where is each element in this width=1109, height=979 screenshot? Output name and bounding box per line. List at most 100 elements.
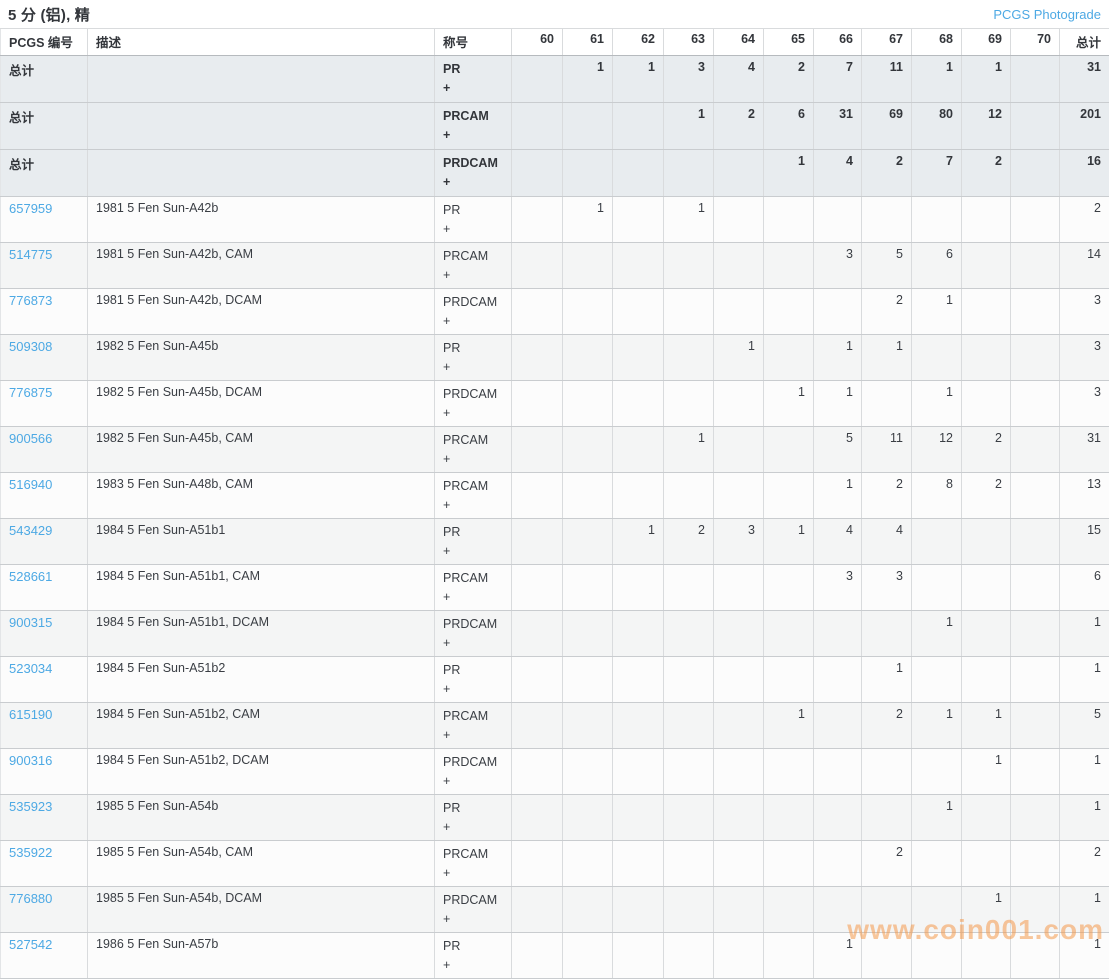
designation-plus: + [443,358,503,377]
designation-cell: PRDCAM+ [435,150,512,197]
description-cell: 1981 5 Fen Sun-A42b, CAM [88,243,435,289]
grade-61-cell [563,473,613,519]
row-total-cell: 2 [1060,841,1109,887]
grade-63-cell [664,381,714,427]
grade-61-cell [563,381,613,427]
pcgs-number-link[interactable]: 900566 [9,431,52,446]
pcgs-number-link[interactable]: 509308 [9,339,52,354]
grade-67-cell: 3 [862,565,912,611]
grade-60-cell [512,473,563,519]
column-header-60: 60 [512,29,563,56]
pcgs-number-link[interactable]: 615190 [9,707,52,722]
grade-63-cell: 1 [664,103,714,150]
pcgs-number-link[interactable]: 543429 [9,523,52,538]
column-header-61: 61 [563,29,613,56]
grade-66-cell [814,749,862,795]
designation-label: PRDCAM [443,753,503,772]
grade-64-cell [714,289,764,335]
grade-63-cell: 3 [664,56,714,103]
grade-68-cell [912,933,962,979]
grade-60-cell [512,150,563,197]
grade-62-cell [613,427,664,473]
pcgs-number-link[interactable]: 528661 [9,569,52,584]
row-total-cell: 5 [1060,703,1109,749]
grade-62-cell [613,473,664,519]
grade-64-cell: 3 [714,519,764,565]
grade-64-cell [714,887,764,933]
coin-row: 5093081982 5 Fen Sun-A45bPR+1113 [1,335,1109,381]
pcgs-number-link[interactable]: 514775 [9,247,52,262]
grade-69-cell [962,289,1011,335]
pcgs-number-link[interactable]: 776880 [9,891,52,906]
grade-66-cell [814,611,862,657]
grade-69-cell [962,841,1011,887]
grade-70-cell [1011,289,1060,335]
pcgs-number-link[interactable]: 527542 [9,937,52,952]
grade-60-cell [512,427,563,473]
grade-69-cell [962,335,1011,381]
grade-69-cell: 1 [962,749,1011,795]
description-cell: 1984 5 Fen Sun-A51b1, DCAM [88,611,435,657]
column-header-64: 64 [714,29,764,56]
row-total-cell: 2 [1060,197,1109,243]
designation-label: PR [443,799,503,818]
row-total-cell: 6 [1060,565,1109,611]
summary-row-prcam: 总计PRCAM+12631698012201 [1,103,1109,150]
pcgs-number-cell: 615190 [1,703,88,749]
grade-66-cell: 7 [814,56,862,103]
grade-70-cell [1011,197,1060,243]
pcgs-photograde-link[interactable]: PCGS Photograde [993,7,1101,22]
grade-61-cell [563,795,613,841]
row-total-cell: 16 [1060,150,1109,197]
designation-label: PRDCAM [443,385,503,404]
pcgs-number-cell: 535923 [1,795,88,841]
grade-61-cell [563,150,613,197]
pcgs-number-link[interactable]: 535923 [9,799,52,814]
pcgs-number-link[interactable]: 657959 [9,201,52,216]
grade-60-cell [512,933,563,979]
grade-61-cell [563,611,613,657]
coin-row: 5147751981 5 Fen Sun-A42b, CAMPRCAM+3561… [1,243,1109,289]
grade-70-cell [1011,565,1060,611]
pcgs-number-cell: 516940 [1,473,88,519]
grade-64-cell [714,841,764,887]
designation-label: PR [443,60,503,79]
page-header: 5 分 (铝), 精 PCGS Photograde [0,0,1109,28]
pcgs-number-link[interactable]: 776873 [9,293,52,308]
designation-label: PRCAM [443,845,503,864]
grade-64-cell [714,150,764,197]
description-cell [88,103,435,150]
grade-60-cell [512,381,563,427]
designation-plus: + [443,173,503,192]
grade-64-cell [714,427,764,473]
designation-label: PRCAM [443,569,503,588]
designation-cell: PR+ [435,56,512,103]
grade-60-cell [512,197,563,243]
pcgs-number-link[interactable]: 900315 [9,615,52,630]
pcgs-number-link[interactable]: 535922 [9,845,52,860]
grade-61-cell [563,841,613,887]
grade-69-cell: 12 [962,103,1011,150]
grade-60-cell [512,795,563,841]
pcgs-number-cell: 509308 [1,335,88,381]
grade-63-cell [664,841,714,887]
grade-62-cell [613,933,664,979]
grade-65-cell [764,427,814,473]
pcgs-number-link[interactable]: 523034 [9,661,52,676]
grade-70-cell [1011,703,1060,749]
pcgs-number-link[interactable]: 900316 [9,753,52,768]
pcgs-number-link[interactable]: 516940 [9,477,52,492]
designation-plus: + [443,126,503,145]
pcgs-number-link[interactable]: 776875 [9,385,52,400]
row-total-cell: 1 [1060,933,1109,979]
grade-64-cell: 2 [714,103,764,150]
grade-64-cell [714,197,764,243]
grade-65-cell: 2 [764,56,814,103]
grade-69-cell [962,795,1011,841]
coin-row: 7768751982 5 Fen Sun-A45b, DCAMPRDCAM+11… [1,381,1109,427]
grade-68-cell [912,519,962,565]
designation-cell: PRCAM+ [435,565,512,611]
grade-66-cell: 3 [814,243,862,289]
row-total-cell: 1 [1060,749,1109,795]
row-total-cell: 3 [1060,335,1109,381]
